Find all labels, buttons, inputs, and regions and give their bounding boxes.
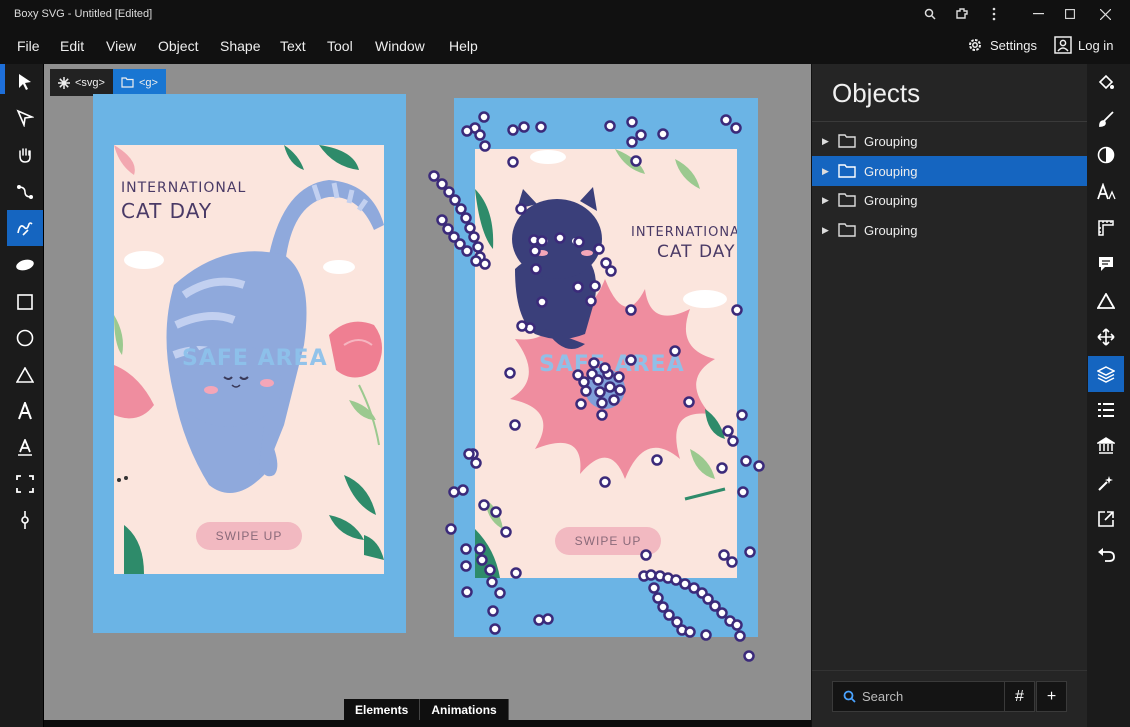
panel-divider bbox=[812, 121, 1088, 122]
maximize-icon[interactable] bbox=[1054, 0, 1086, 28]
menu-edit[interactable]: Edit bbox=[60, 38, 84, 54]
right-toolbar bbox=[1087, 64, 1130, 727]
typography-icon[interactable] bbox=[1088, 174, 1124, 210]
settings-label: Settings bbox=[990, 37, 1037, 53]
expand-arrow-icon[interactable]: ▶ bbox=[822, 166, 830, 177]
blob-tool-icon[interactable] bbox=[7, 247, 43, 283]
text-tool-icon[interactable] bbox=[7, 393, 43, 429]
bottom-strip bbox=[44, 720, 811, 727]
settings-button[interactable]: Settings bbox=[966, 36, 1037, 54]
search-icon bbox=[843, 690, 856, 703]
add-button[interactable]: + bbox=[1036, 681, 1067, 712]
object-label: Grouping bbox=[864, 222, 918, 238]
app-window: Boxy SVG - Untitled [Edited] File Edit V… bbox=[0, 0, 1130, 727]
menu-window[interactable]: Window bbox=[375, 38, 425, 54]
triangle-tool-icon[interactable] bbox=[7, 357, 43, 393]
select-tool-icon[interactable] bbox=[7, 64, 43, 100]
contrast-icon[interactable] bbox=[1088, 137, 1124, 173]
menu-help[interactable]: Help bbox=[449, 38, 478, 54]
object-label: Grouping bbox=[864, 133, 918, 149]
expand-arrow-icon[interactable]: ▶ bbox=[822, 225, 830, 236]
effects-icon[interactable] bbox=[1088, 465, 1124, 501]
search-input[interactable] bbox=[862, 689, 992, 704]
close-icon[interactable] bbox=[1089, 0, 1121, 28]
folder-icon bbox=[838, 134, 856, 148]
zoom-icon[interactable] bbox=[914, 0, 946, 28]
list-icon[interactable] bbox=[1088, 392, 1124, 428]
objects-panel: Objects ▶ Grouping ▶ Grouping ▶ Grouping… bbox=[811, 64, 1088, 727]
comment-icon[interactable] bbox=[1088, 246, 1124, 282]
user-icon bbox=[1054, 36, 1072, 54]
fill-icon[interactable] bbox=[1088, 64, 1124, 100]
extensions-icon[interactable] bbox=[946, 0, 978, 28]
bezier-tool-icon[interactable] bbox=[7, 174, 43, 210]
library-icon[interactable] bbox=[1088, 428, 1124, 464]
panel-footer: # + bbox=[812, 670, 1088, 727]
hand-tool-icon[interactable] bbox=[7, 137, 43, 173]
menu-shape[interactable]: Shape bbox=[220, 38, 260, 54]
menu-tool[interactable]: Tool bbox=[327, 38, 353, 54]
geometry-icon[interactable] bbox=[1088, 283, 1124, 319]
bottom-tabs: Elements Animations bbox=[344, 699, 509, 721]
edit-tool-icon[interactable] bbox=[7, 100, 43, 136]
folder-icon bbox=[838, 193, 856, 207]
move-icon[interactable] bbox=[1088, 319, 1124, 355]
object-row[interactable]: ▶ Grouping bbox=[812, 215, 1088, 245]
folder-icon bbox=[838, 164, 856, 178]
rectangle-tool-icon[interactable] bbox=[7, 284, 43, 320]
more-vertical-icon[interactable] bbox=[978, 0, 1010, 28]
menu-bar: File Edit View Object Shape Text Tool Wi… bbox=[0, 28, 1130, 64]
folder-icon bbox=[838, 223, 856, 237]
object-label: Grouping bbox=[864, 192, 918, 208]
object-row[interactable]: ▶ Grouping bbox=[812, 185, 1088, 215]
login-label: Log in bbox=[1078, 37, 1114, 53]
login-button[interactable]: Log in bbox=[1054, 36, 1113, 54]
hash-button[interactable]: # bbox=[1004, 681, 1035, 712]
menu-text[interactable]: Text bbox=[280, 38, 306, 54]
export-icon[interactable] bbox=[1088, 501, 1124, 537]
freehand-tool-icon[interactable] bbox=[7, 210, 43, 246]
measure-tool-icon[interactable] bbox=[7, 502, 43, 538]
expand-arrow-icon[interactable]: ▶ bbox=[822, 195, 830, 206]
left-toolbar bbox=[0, 64, 44, 727]
stroke-brush-icon[interactable] bbox=[1088, 101, 1124, 137]
crop-tool-icon[interactable] bbox=[7, 466, 43, 502]
ellipse-tool-icon[interactable] bbox=[7, 320, 43, 356]
tool-marker bbox=[0, 64, 5, 94]
search-box[interactable] bbox=[832, 681, 1006, 712]
animations-tab[interactable]: Animations bbox=[420, 699, 509, 721]
menu-object[interactable]: Object bbox=[158, 38, 198, 54]
layers-icon[interactable] bbox=[1088, 356, 1124, 392]
object-row[interactable]: ▶ Grouping bbox=[812, 126, 1088, 156]
ruler-icon[interactable] bbox=[1088, 210, 1124, 246]
canvas[interactable]: <svg> <g> INTERNATIONAL CAT DAY SAFE ARE… bbox=[44, 64, 811, 721]
object-label: Grouping bbox=[864, 163, 918, 179]
menu-view[interactable]: View bbox=[106, 38, 136, 54]
window-title: Boxy SVG - Untitled [Edited] bbox=[14, 8, 153, 20]
gear-icon bbox=[969, 39, 981, 51]
object-row-selected[interactable]: ▶ Grouping bbox=[812, 156, 1088, 186]
menu-file[interactable]: File bbox=[17, 38, 40, 54]
expand-arrow-icon[interactable]: ▶ bbox=[822, 136, 830, 147]
undo-history-icon[interactable] bbox=[1088, 537, 1124, 573]
panel-title: Objects bbox=[832, 78, 921, 108]
elements-tab[interactable]: Elements bbox=[344, 699, 421, 721]
title-bar: Boxy SVG - Untitled [Edited] bbox=[0, 0, 1130, 28]
path-text-tool-icon[interactable] bbox=[7, 430, 43, 466]
minimize-icon[interactable] bbox=[1022, 0, 1054, 28]
node-handles-overlay[interactable] bbox=[44, 64, 811, 720]
